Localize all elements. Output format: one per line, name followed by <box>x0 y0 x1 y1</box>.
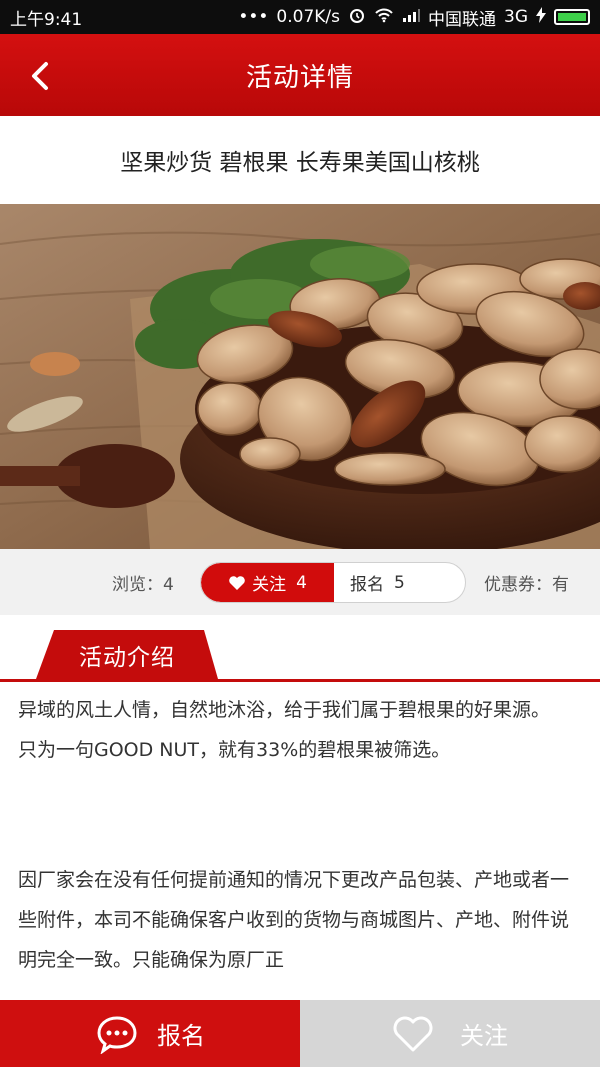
follow-button-label: 关注 <box>460 1022 508 1050</box>
status-time: 上午9:41 <box>10 9 83 30</box>
section-title: 活动介绍 <box>79 644 175 671</box>
signup-count-button[interactable]: 报名 5 <box>334 563 465 602</box>
back-button[interactable] <box>24 56 60 96</box>
coupon-stat: 优惠券：有 <box>484 570 569 595</box>
status-bar: 上午9:41 ••• 0.07K/s 中国联通 3G <box>0 0 600 34</box>
views-count: 4 <box>163 574 174 595</box>
carrier-name: 中国联通 <box>428 9 496 30</box>
chevron-left-icon <box>32 62 48 90</box>
alarm-icon <box>348 6 366 29</box>
follow-button[interactable]: 关注 <box>300 1000 600 1067</box>
app-header: 活动详情 <box>0 34 600 116</box>
signup-button-label: 报名 <box>157 1022 205 1050</box>
wifi-icon <box>374 7 394 28</box>
follow-count-button[interactable]: 关注 4 <box>201 563 334 602</box>
heart-outline-icon <box>393 1016 433 1051</box>
follow-count: 4 <box>296 572 307 593</box>
charging-icon <box>536 6 546 28</box>
follow-signup-toggle: 关注 4 报名 5 <box>200 562 466 603</box>
description-paragraph-1: 异域的风土人情，自然地沐浴，给于我们属于碧根果的好果源。 <box>18 699 551 721</box>
product-title: 坚果炒货 碧根果 长寿果美国山核桃 <box>120 150 480 176</box>
status-indicators: ••• 0.07K/s 中国联通 3G <box>238 5 590 30</box>
more-dots-icon: ••• <box>238 7 269 27</box>
description-paragraph-3: 因厂家会在没有任何提前通知的情况下更改产品包装、产地或者一些附件，本司不能确保客… <box>18 869 570 971</box>
section-header: 活动介绍 <box>0 630 600 682</box>
network-type: 3G <box>504 7 528 27</box>
signup-button[interactable]: 报名 <box>0 1000 300 1067</box>
signal-icon <box>402 7 420 27</box>
stats-bar: 浏览：4 关注 4 报名 5 优惠券：有 <box>0 549 600 615</box>
coupon-value: 有 <box>552 574 569 595</box>
signup-count: 5 <box>394 572 405 593</box>
activity-description: 异域的风土人情，自然地沐浴，给于我们属于碧根果的好果源。 只为一句GOOD NU… <box>18 690 584 980</box>
description-paragraph-2: 只为一句GOOD NUT，就有33%的碧根果被筛选。 <box>18 739 451 761</box>
follow-label: 关注 <box>252 575 287 595</box>
bottom-action-bar: 报名 关注 <box>0 1000 600 1067</box>
coupon-label: 优惠券： <box>484 574 552 595</box>
network-speed: 0.07K/s <box>276 7 340 27</box>
views-label: 浏览： <box>112 574 163 595</box>
app-screen: 上午9:41 ••• 0.07K/s 中国联通 3G 活动详情 坚果炒货 碧根果… <box>0 0 600 1067</box>
page-title: 活动详情 <box>245 62 354 93</box>
chat-bubble-icon <box>97 1015 137 1054</box>
battery-icon <box>554 9 590 25</box>
views-stat: 浏览：4 <box>112 570 174 595</box>
heart-icon <box>229 575 245 590</box>
signup-label: 报名 <box>350 575 384 595</box>
product-image <box>0 204 600 549</box>
